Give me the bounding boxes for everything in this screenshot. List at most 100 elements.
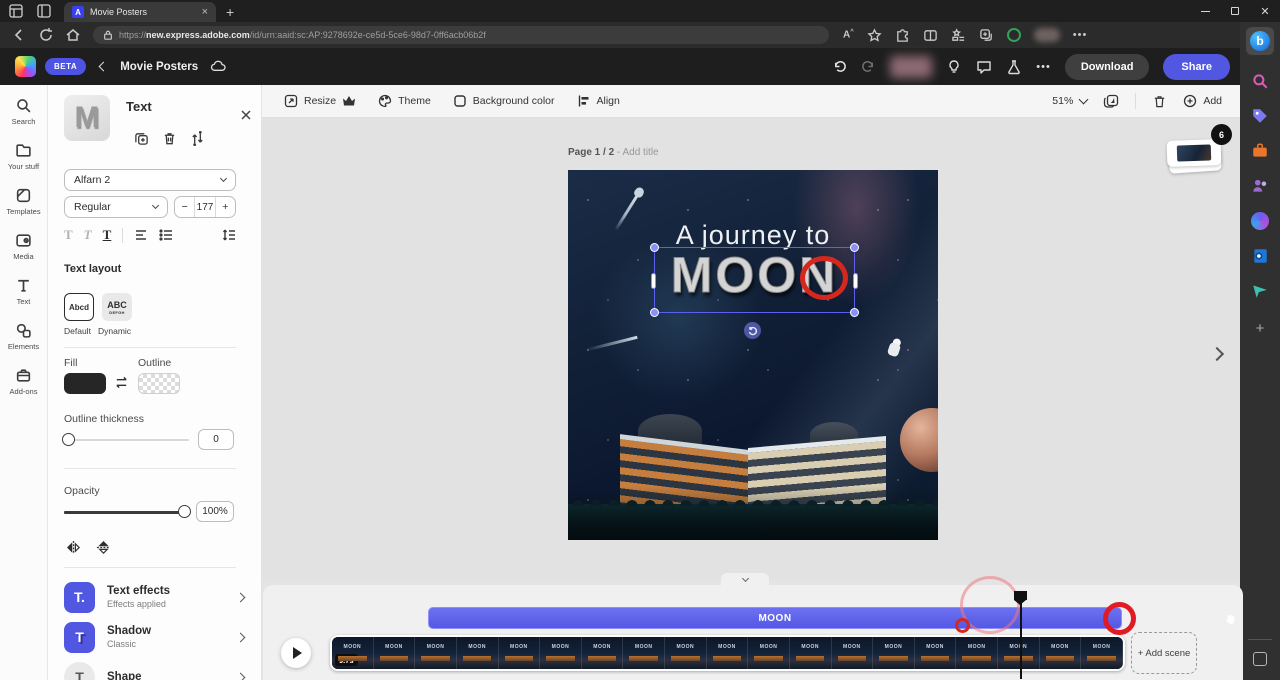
outline-thickness-slider[interactable] [64,439,189,441]
browser-tab[interactable]: A Movie Posters × [64,2,216,22]
tab-close-icon[interactable]: × [202,7,208,18]
minimize-button[interactable] [1190,0,1220,22]
favorite-star-icon[interactable] [867,28,882,43]
flip-vertical-icon[interactable] [96,540,111,555]
duplicate-icon[interactable] [134,131,149,146]
shape-row[interactable]: T Shape [64,657,244,680]
font-size-increase[interactable]: + [216,197,235,217]
page-label[interactable]: Page 1 / 2 - Add title [568,147,659,158]
swap-fill-outline-icon[interactable] [114,375,129,390]
rail-item-add-ons[interactable]: Add-ons [10,367,38,396]
url-bar[interactable]: https://new.express.adobe.com/id/urn:aai… [93,26,829,44]
filmstrip-thumb[interactable]: MOON [540,637,582,669]
tab-groups-icon[interactable] [979,28,994,43]
read-aloud-icon[interactable]: A^ [843,29,854,40]
drop-game-icon[interactable] [1251,282,1269,300]
split-screen-icon[interactable] [923,28,938,43]
layout-dynamic-button[interactable]: ABCDEFGH [102,293,132,321]
filmstrip-thumb[interactable]: MOON [832,637,874,669]
duplicate-page-icon[interactable] [1103,93,1119,109]
delete-icon[interactable] [162,131,177,146]
next-page-chevron[interactable] [1212,346,1222,364]
back-chevron-icon[interactable] [99,62,109,72]
outline-thickness-value[interactable]: 0 [198,429,234,450]
shopping-tag-icon[interactable] [1251,107,1269,125]
selection-box[interactable] [654,247,855,313]
filmstrip-thumb[interactable]: MOON [415,637,457,669]
filmstrip-thumb[interactable]: MOON [956,637,998,669]
profile-avatar-blurred[interactable] [1034,28,1060,42]
maximize-button[interactable] [1220,0,1250,22]
sidebar-search-icon[interactable] [1251,72,1269,90]
document-title[interactable]: Movie Posters [120,61,198,73]
shadow-row[interactable]: T Shadow Classic [64,617,244,657]
undo-icon[interactable] [832,59,847,74]
share-button[interactable]: Share [1163,54,1230,80]
filmstrip-thumb[interactable]: MOON [915,637,957,669]
bing-chat-icon[interactable]: b [1246,27,1274,55]
refresh-icon[interactable] [38,27,54,43]
people-icon[interactable] [1251,177,1269,195]
delete-page-icon[interactable] [1152,94,1167,109]
filmstrip-thumb[interactable]: MOON9.7s [332,637,374,669]
canvas-area[interactable]: Page 1 / 2 - Add title A journey to MOON [262,118,1240,580]
poster-page[interactable]: A journey to MOON [568,170,938,540]
filmstrip-thumb[interactable]: MOON [499,637,541,669]
filmstrip-thumb[interactable]: MOON [665,637,707,669]
opacity-value[interactable]: 100% [196,501,234,522]
close-button[interactable]: ✕ [1250,0,1280,22]
back-icon[interactable] [11,27,27,43]
workspaces-icon[interactable] [8,3,24,19]
rail-item-templates[interactable]: Templates [6,187,40,216]
filmstrip-thumb[interactable]: MOON [582,637,624,669]
flip-horizontal-icon[interactable] [66,540,81,555]
rail-item-your-stuff[interactable]: Your stuff [8,142,39,171]
browser-menu-icon[interactable]: ••• [1073,29,1088,41]
filmstrip-thumb[interactable]: MOON [748,637,790,669]
close-panel-icon[interactable] [240,109,252,121]
add-button[interactable]: Add [1183,94,1222,108]
filmstrip-thumb[interactable]: MOON [1081,637,1123,669]
selection-handle-nw[interactable] [650,243,659,252]
filmstrip-thumb[interactable]: MOON [998,637,1040,669]
rail-item-text[interactable]: Text [15,277,32,306]
timeline-collapse-button[interactable] [721,573,769,586]
opacity-slider[interactable] [64,511,186,514]
zoom-select[interactable]: 51% [1052,95,1087,107]
vertical-tabs-icon[interactable] [36,3,52,19]
filmstrip[interactable]: MOON9.7sMOONMOONMOONMOONMOONMOONMOONMOON… [330,635,1125,671]
filmstrip-thumb[interactable]: MOON [374,637,416,669]
outline-thickness-thumb[interactable] [62,433,75,446]
sidebar-settings-icon[interactable] [1253,652,1267,666]
bold-button[interactable]: T [64,227,73,243]
adobe-express-logo[interactable] [15,56,36,77]
filmstrip-thumb[interactable]: MOON [790,637,832,669]
rail-item-elements[interactable]: Elements [8,322,39,351]
rotate-handle[interactable] [744,322,761,339]
tools-briefcase-icon[interactable] [1251,142,1269,160]
selection-handle-sw[interactable] [650,308,659,317]
lightbulb-icon[interactable] [946,59,962,75]
selection-handle-w[interactable] [651,273,656,289]
layout-default-button[interactable]: Abcd [64,293,94,321]
playhead-line[interactable] [1020,595,1022,679]
text-effects-row[interactable]: T. Text effects Effects applied [64,577,244,617]
font-weight-select[interactable]: Regular [64,196,168,218]
comment-icon[interactable] [976,59,992,75]
extensions-icon[interactable] [895,28,910,43]
line-spacing-icon[interactable] [222,228,236,242]
selected-layer-thumbnail[interactable]: M [64,95,110,141]
collections-icon[interactable] [951,28,966,43]
background-color-button[interactable]: Background color [453,94,555,108]
italic-button[interactable]: T [84,227,92,243]
font-size-decrease[interactable]: − [175,197,194,217]
pages-stack-widget[interactable]: 6 [1167,134,1225,176]
designer-icon[interactable] [1251,212,1269,230]
filmstrip-thumb[interactable]: MOON [873,637,915,669]
filmstrip-thumb[interactable]: MOON [707,637,749,669]
filmstrip-thumb[interactable]: MOON [1040,637,1082,669]
outlook-icon[interactable] [1251,247,1269,265]
selection-handle-ne[interactable] [850,243,859,252]
playhead-handle[interactable] [1014,591,1027,600]
rail-item-search[interactable]: Search [12,97,36,126]
